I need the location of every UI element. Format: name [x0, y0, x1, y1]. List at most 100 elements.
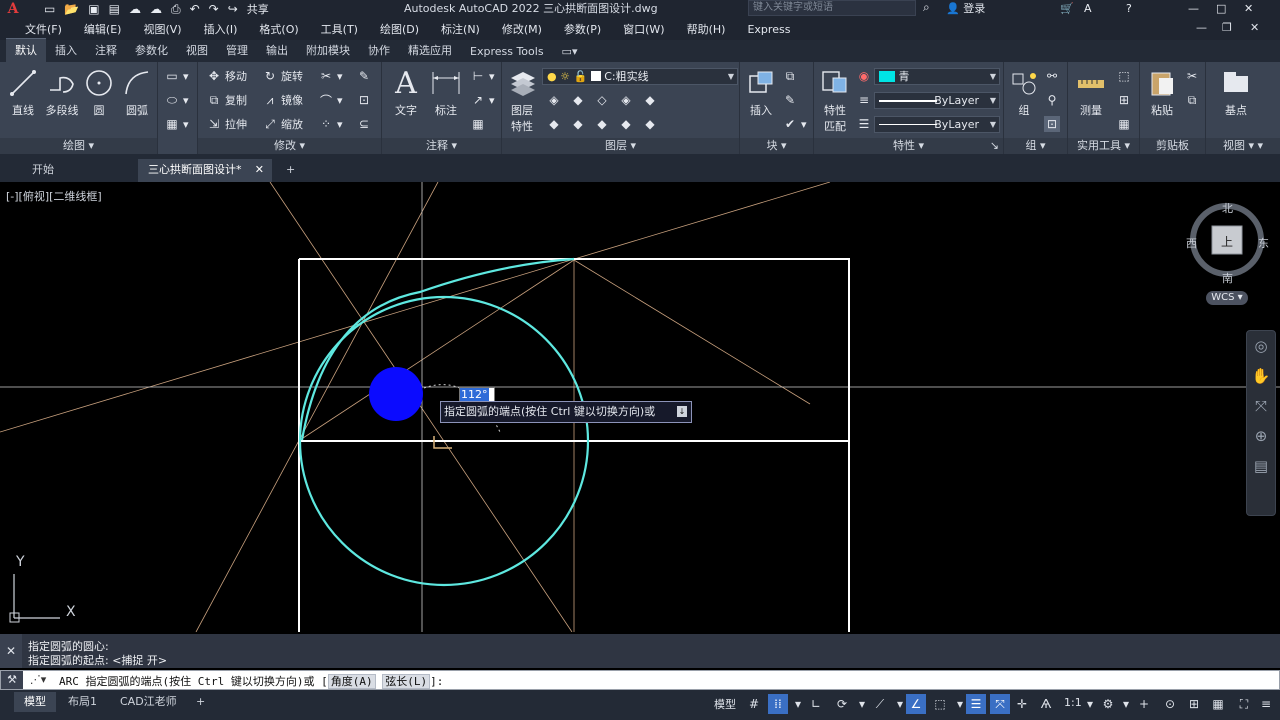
tab-featured-apps[interactable]: 精选应用	[399, 39, 461, 62]
command-window-grip[interactable]: ✕	[0, 634, 22, 668]
menu-view[interactable]: 视图(V)	[132, 21, 192, 37]
zoom-extents-icon[interactable]: ⤧	[1247, 391, 1275, 421]
cart-icon[interactable]: 🛒	[1060, 0, 1074, 18]
tab-start[interactable]: 开始	[22, 159, 64, 182]
redo-icon[interactable]: ↷	[209, 2, 219, 16]
drawing-canvas[interactable]: Y X [-][俯视][二维线框] 112° 指定圆弧的端点(按住 Ctrl 键…	[0, 182, 1280, 632]
cut-icon[interactable]: ✂	[1184, 68, 1200, 84]
lineweight-dropdown[interactable]: ByLayer ▼	[874, 92, 1000, 109]
clipboard-panel-title[interactable]: 剪贴板	[1140, 138, 1205, 154]
tab-insert[interactable]: 插入	[46, 39, 86, 62]
insert-block-button[interactable]: 插入	[742, 66, 780, 118]
panel-launcher-icon[interactable]: ↘	[990, 138, 999, 154]
cloud-save-icon[interactable]: ☁	[150, 2, 162, 16]
mirror-button[interactable]: ⩘ 镜像	[262, 92, 303, 108]
compass-south[interactable]: 南	[1222, 270, 1233, 286]
layer-unisolate-icon[interactable]: ◆	[594, 116, 610, 132]
quick-select-icon[interactable]: ⬚	[1116, 68, 1132, 84]
select-all-icon[interactable]: ⊞	[1116, 92, 1132, 108]
help-icon[interactable]: ?	[1126, 0, 1132, 18]
steering-wheel-icon[interactable]: ◎	[1247, 331, 1275, 361]
edit-block-icon[interactable]: ✎	[782, 92, 798, 108]
close-window-icon[interactable]: ✕	[1244, 0, 1253, 18]
annotation-visibility-icon[interactable]: Ѧ	[1036, 694, 1056, 714]
pan-hand-icon[interactable]: ✋	[1247, 361, 1275, 391]
orbit-icon[interactable]: ⊕	[1247, 421, 1275, 451]
line-button[interactable]: 直线	[4, 66, 42, 118]
tab-express-tools[interactable]: Express Tools	[461, 42, 553, 62]
menu-draw[interactable]: 绘图(D)	[369, 21, 430, 37]
leader-icon[interactable]: ↗ ▾	[470, 92, 495, 108]
rotate-button[interactable]: ↻ 旋转	[262, 68, 303, 84]
arc-button[interactable]: 圆弧	[118, 66, 156, 118]
base-view-button[interactable]: 基点	[1214, 66, 1258, 118]
search-icon[interactable]: ⌕	[923, 0, 930, 15]
layer-freeze-icon[interactable]: ◈	[618, 92, 634, 108]
viewcube-face-top[interactable]: 上	[1221, 233, 1233, 250]
layout-tab-model[interactable]: 模型	[14, 692, 56, 712]
add-icon[interactable]: +	[1134, 694, 1154, 714]
viewcube[interactable]: 北 西 东 南 上 WCS ▾	[1186, 190, 1270, 310]
tab-current-drawing[interactable]: 三心拱断面图设计* ✕	[138, 159, 272, 182]
utilities-panel-title[interactable]: 实用工具 ▾	[1068, 138, 1139, 154]
tab-addins[interactable]: 附加模块	[297, 39, 359, 62]
wcs-dropdown[interactable]: WCS ▾	[1206, 291, 1248, 305]
menu-dimension[interactable]: 标注(N)	[430, 21, 491, 37]
dimension-button[interactable]: 标注	[426, 66, 466, 118]
lineweight-toggle-icon[interactable]: ☰	[966, 694, 986, 714]
workspace-gear-icon[interactable]: ⚙	[1098, 694, 1118, 714]
doc-minimize-icon[interactable]: —	[1196, 21, 1207, 34]
viewport-controls[interactable]: [-][俯视][二维线框]	[6, 188, 102, 204]
polyline-button[interactable]: 多段线	[42, 66, 82, 118]
menu-parametric[interactable]: 参数(P)	[553, 21, 612, 37]
copy-clip-icon[interactable]: ⧉	[1184, 92, 1200, 108]
menu-window[interactable]: 窗口(W)	[612, 21, 675, 37]
customization-menu-icon[interactable]: ≡	[1256, 694, 1276, 714]
menu-file[interactable]: 文件(F)	[14, 21, 73, 37]
compass-east[interactable]: 东	[1258, 235, 1269, 251]
option-chord-length[interactable]: 弦长(L)	[382, 674, 431, 689]
menu-tools[interactable]: 工具(T)	[310, 21, 369, 37]
layer-dropdown[interactable]: ● ☼ 🔓 C:粗实线 ▼	[542, 68, 738, 85]
stretch-button[interactable]: ⇲ 拉伸	[206, 116, 247, 132]
customize-wrench-icon[interactable]: ⚒	[1, 671, 23, 689]
menu-modify[interactable]: 修改(M)	[491, 21, 553, 37]
menu-help[interactable]: 帮助(H)	[676, 21, 737, 37]
open-file-icon[interactable]: 📂	[64, 2, 79, 16]
share-label[interactable]: 共享	[247, 1, 269, 17]
dynamic-input-icon[interactable]: ⤧	[990, 694, 1010, 714]
compass-north[interactable]: 北	[1222, 200, 1233, 216]
login-button[interactable]: 👤 登录	[946, 0, 985, 18]
polar-tracking-icon[interactable]: ⟳	[832, 694, 852, 714]
hardware-acceleration-icon[interactable]: ⊙	[1160, 694, 1180, 714]
autodesk-a360-icon[interactable]: A	[1084, 0, 1092, 18]
share-icon[interactable]: ↪	[228, 2, 238, 16]
tab-manage[interactable]: 管理	[217, 39, 257, 62]
color-wheel-icon[interactable]: ◉	[856, 68, 872, 84]
circle-button[interactable]: 圆	[82, 66, 116, 118]
layer-match-icon[interactable]: ◆	[546, 116, 562, 132]
command-line[interactable]: ⚒ ⋰▾ ARC 指定圆弧的端点(按住 Ctrl 键以切换方向)或 [角度(A)…	[0, 670, 1280, 690]
options-down-icon[interactable]: ↓	[677, 406, 687, 417]
object-snap-tracking-icon[interactable]: ∠	[906, 694, 926, 714]
layout-tab-cad-teacher[interactable]: CAD江老师	[110, 692, 187, 712]
ungroup-icon[interactable]: ⚯	[1044, 68, 1060, 84]
showmotion-icon[interactable]: ▤	[1247, 451, 1275, 481]
layer-isolate-icon[interactable]: ◆	[570, 92, 586, 108]
linetype-icon[interactable]: ☰	[856, 116, 872, 132]
save-as-icon[interactable]: ▤	[109, 2, 120, 16]
fullscreen-icon[interactable]: ⛶	[1234, 694, 1254, 714]
group-edit-icon[interactable]: ⚲	[1044, 92, 1060, 108]
restore-icon[interactable]: □	[1216, 0, 1226, 18]
menu-edit[interactable]: 编辑(E)	[73, 21, 133, 37]
match-properties-button[interactable]: 特性 匹配	[816, 66, 854, 134]
autocad-logo-icon[interactable]: A	[0, 0, 26, 18]
compass-west[interactable]: 西	[1186, 235, 1197, 251]
tab-collaborate[interactable]: 协作	[359, 39, 399, 62]
ellipse-icon[interactable]: ⬭ ▾	[164, 92, 189, 108]
selection-cycling-icon[interactable]: ✛	[1012, 694, 1032, 714]
block-panel-title[interactable]: 块 ▾	[740, 138, 813, 154]
layer-properties-button[interactable]: 图层 特性	[504, 66, 540, 134]
snap-mode-icon[interactable]: ⁞⁞	[768, 694, 788, 714]
close-tab-icon[interactable]: ✕	[255, 159, 264, 181]
